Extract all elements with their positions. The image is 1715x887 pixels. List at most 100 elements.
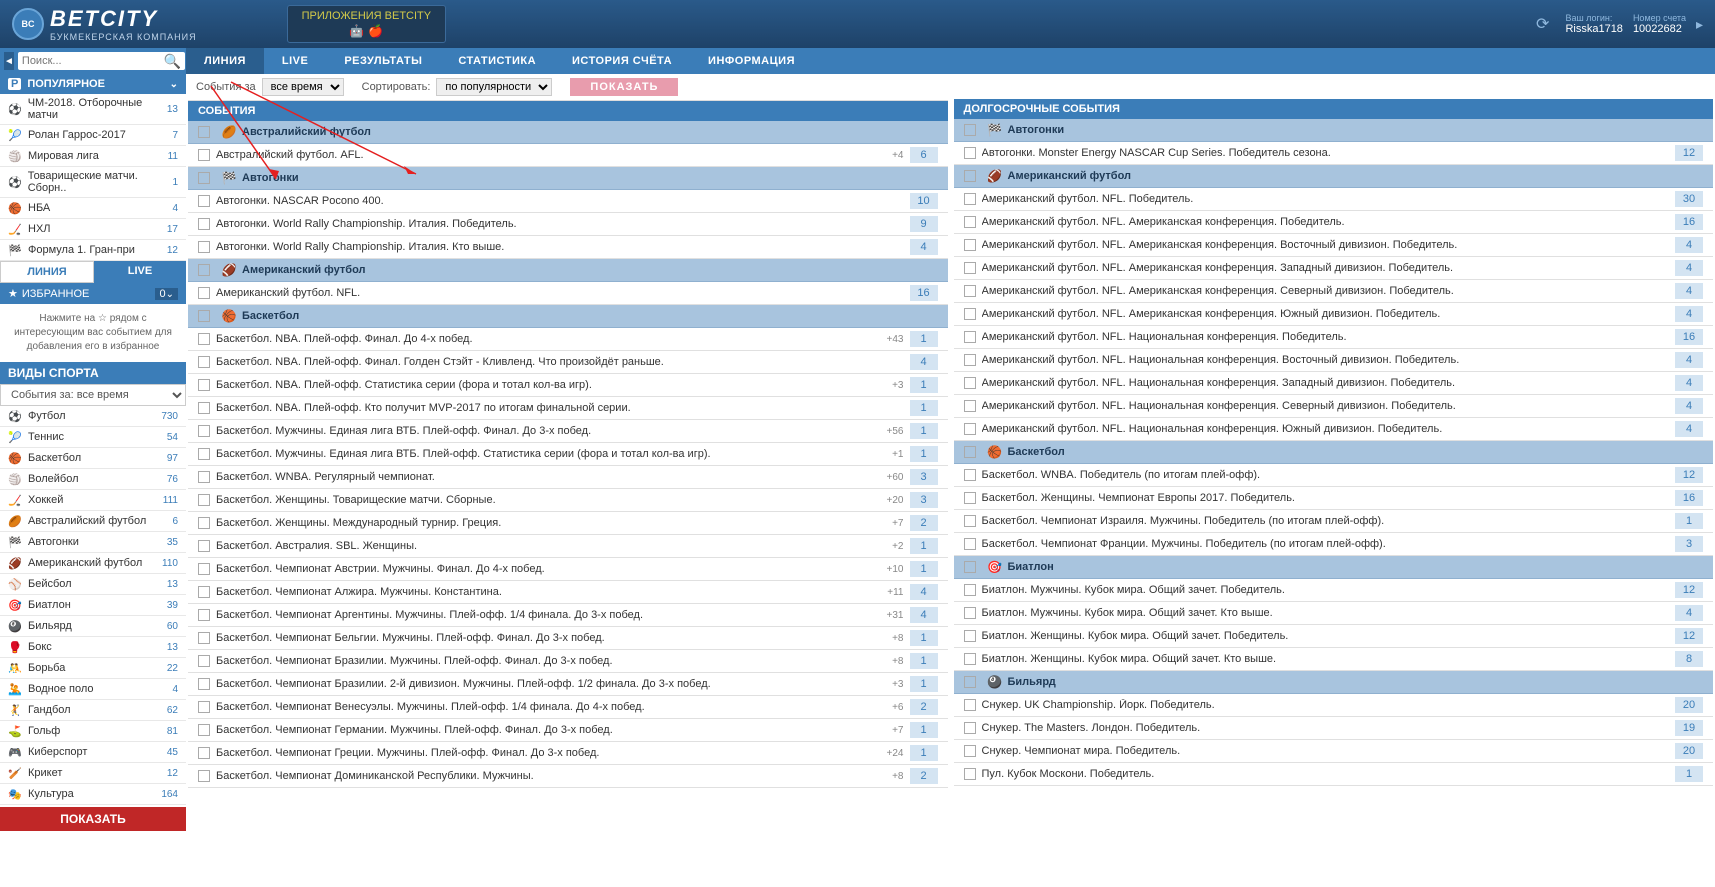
sidebar-item[interactable]: 🏐 Волейбол 76 <box>0 469 186 490</box>
event-name[interactable]: Баскетбол. Мужчины. Единая лига ВТБ. Пле… <box>216 448 886 460</box>
category-header[interactable]: 🏀 Баскетбол <box>188 305 948 328</box>
event-count[interactable]: 4 <box>1675 421 1703 437</box>
event-count[interactable]: 1 <box>1675 513 1703 529</box>
event-count[interactable]: 2 <box>910 699 938 715</box>
nav-history[interactable]: ИСТОРИЯ СЧЁТА <box>554 48 690 74</box>
event-name[interactable]: Баскетбол. Австралия. SBL. Женщины. <box>216 540 886 552</box>
event-checkbox[interactable] <box>964 469 976 481</box>
event-extra[interactable]: +6 <box>892 702 903 713</box>
event-checkbox[interactable] <box>964 538 976 550</box>
event-count[interactable]: 1 <box>910 423 938 439</box>
event-count[interactable]: 10 <box>910 193 938 209</box>
popular-header[interactable]: P ПОПУЛЯРНОЕ ⌄ <box>0 74 186 94</box>
event-name[interactable]: Американский футбол. NFL. Американская к… <box>982 285 1670 297</box>
event-checkbox[interactable] <box>198 402 210 414</box>
event-extra[interactable]: +4 <box>892 150 903 161</box>
event-name[interactable]: Биатлон. Мужчины. Кубок мира. Общий заче… <box>982 607 1670 619</box>
event-name[interactable]: Американский футбол. NFL. Победитель. <box>982 193 1670 205</box>
event-checkbox[interactable] <box>198 494 210 506</box>
category-checkbox[interactable] <box>198 264 210 276</box>
show-all-button[interactable]: ПОКАЗАТЬ <box>0 807 186 831</box>
event-count[interactable]: 1 <box>910 676 938 692</box>
category-header[interactable]: 🏈 Американский футбол <box>188 259 948 282</box>
sidebar-item[interactable]: 🎾 Ролан Гаррос-2017 7 <box>0 125 186 146</box>
event-count[interactable]: 1 <box>910 653 938 669</box>
event-name[interactable]: Баскетбол. Женщины. Международный турнир… <box>216 517 886 529</box>
event-checkbox[interactable] <box>198 678 210 690</box>
event-name[interactable]: Снукер. The Masters. Лондон. Победитель. <box>982 722 1670 734</box>
event-name[interactable]: Баскетбол. Чемпионат Бельгии. Мужчины. П… <box>216 632 886 644</box>
sidebar-item[interactable]: 🏀 НБА 4 <box>0 198 186 219</box>
sports-filter-select[interactable]: События за: все время <box>0 384 186 406</box>
search-icon[interactable]: 🔍 <box>164 53 181 70</box>
event-extra[interactable]: +31 <box>887 610 904 621</box>
event-checkbox[interactable] <box>198 747 210 759</box>
event-name[interactable]: Баскетбол. Чемпионат Бразилии. 2-й дивиз… <box>216 678 886 690</box>
sidebar-item[interactable]: 🏈 Американский футбол 110 <box>0 553 186 574</box>
sidebar-item[interactable]: 🎮 Киберспорт 45 <box>0 742 186 763</box>
event-extra[interactable]: +7 <box>892 725 903 736</box>
category-header[interactable]: 🏁 Автогонки <box>954 119 1714 142</box>
event-checkbox[interactable] <box>198 701 210 713</box>
sidebar-item[interactable]: ⚽ ЧМ-2018. Отборочные матчи 13 <box>0 94 186 125</box>
event-name[interactable]: Баскетбол. Чемпионат Израиля. Мужчины. П… <box>982 515 1670 527</box>
event-count[interactable]: 4 <box>1675 605 1703 621</box>
event-name[interactable]: Баскетбол. Чемпионат Бразилии. Мужчины. … <box>216 655 886 667</box>
event-checkbox[interactable] <box>198 356 210 368</box>
event-checkbox[interactable] <box>964 492 976 504</box>
event-count[interactable]: 16 <box>910 285 938 301</box>
event-checkbox[interactable] <box>198 287 210 299</box>
event-extra[interactable]: +10 <box>887 564 904 575</box>
event-name[interactable]: Американский футбол. NFL. Национальная к… <box>982 331 1670 343</box>
tab-live[interactable]: LIVE <box>94 261 186 283</box>
sidebar-item[interactable]: 🏒 НХЛ 17 <box>0 219 186 240</box>
category-checkbox[interactable] <box>964 170 976 182</box>
event-count[interactable]: 1 <box>910 331 938 347</box>
event-extra[interactable]: +1 <box>892 449 903 460</box>
event-count[interactable]: 1 <box>910 538 938 554</box>
nav-results[interactable]: РЕЗУЛЬТАТЫ <box>326 48 440 74</box>
event-name[interactable]: Снукер. Чемпионат мира. Победитель. <box>982 745 1670 757</box>
event-checkbox[interactable] <box>198 149 210 161</box>
sidebar-item[interactable]: 🏒 Хоккей 111 <box>0 490 186 511</box>
event-count[interactable]: 2 <box>910 515 938 531</box>
event-name[interactable]: Автогонки. World Rally Championship. Ита… <box>216 218 904 230</box>
sidebar-item[interactable]: 🏉 Австралийский футбол 6 <box>0 511 186 532</box>
sidebar-item[interactable]: 🤽 Водное поло 4 <box>0 679 186 700</box>
event-checkbox[interactable] <box>964 423 976 435</box>
refresh-icon[interactable]: ⟳ <box>1536 14 1549 34</box>
event-extra[interactable]: +7 <box>892 518 903 529</box>
event-count[interactable]: 12 <box>1675 582 1703 598</box>
category-checkbox[interactable] <box>198 172 210 184</box>
event-count[interactable]: 3 <box>1675 536 1703 552</box>
filter-show-button[interactable]: ПОКАЗАТЬ <box>570 78 678 96</box>
filter-time-select[interactable]: все время <box>262 78 344 96</box>
event-name[interactable]: Баскетбол. Чемпионат Германии. Мужчины. … <box>216 724 886 736</box>
event-checkbox[interactable] <box>198 540 210 552</box>
sidebar-item[interactable]: 🥊 Бокс 13 <box>0 637 186 658</box>
event-name[interactable]: Биатлон. Женщины. Кубок мира. Общий заче… <box>982 630 1670 642</box>
event-checkbox[interactable] <box>198 471 210 483</box>
event-checkbox[interactable] <box>964 147 976 159</box>
event-name[interactable]: Баскетбол. Чемпионат Венесуэлы. Мужчины.… <box>216 701 886 713</box>
event-name[interactable]: Баскетбол. NBA. Плей-офф. Финал. До 4-х … <box>216 333 881 345</box>
event-name[interactable]: Баскетбол. Чемпионат Австрии. Мужчины. Ф… <box>216 563 881 575</box>
event-name[interactable]: Американский футбол. NFL. Американская к… <box>982 308 1670 320</box>
event-name[interactable]: Снукер. UK Championship. Йорк. Победител… <box>982 699 1670 711</box>
event-count[interactable]: 19 <box>1675 720 1703 736</box>
event-checkbox[interactable] <box>198 563 210 575</box>
event-count[interactable]: 1 <box>1675 766 1703 782</box>
logo[interactable]: BC BETCITY БУКМЕКЕРСКАЯ КОМПАНИЯ <box>12 6 197 42</box>
category-checkbox[interactable] <box>198 126 210 138</box>
event-count[interactable]: 4 <box>1675 306 1703 322</box>
event-extra[interactable]: +11 <box>887 587 903 598</box>
event-name[interactable]: Американский футбол. NFL. Американская к… <box>982 239 1670 251</box>
event-checkbox[interactable] <box>964 331 976 343</box>
event-name[interactable]: Автогонки. Monster Energy NASCAR Cup Ser… <box>982 147 1670 159</box>
sidebar-item[interactable]: 🎯 Биатлон 39 <box>0 595 186 616</box>
event-checkbox[interactable] <box>964 768 976 780</box>
event-extra[interactable]: +60 <box>887 472 904 483</box>
event-name[interactable]: Американский футбол. NFL. Американская к… <box>982 216 1670 228</box>
event-checkbox[interactable] <box>198 770 210 782</box>
event-count[interactable]: 1 <box>910 446 938 462</box>
